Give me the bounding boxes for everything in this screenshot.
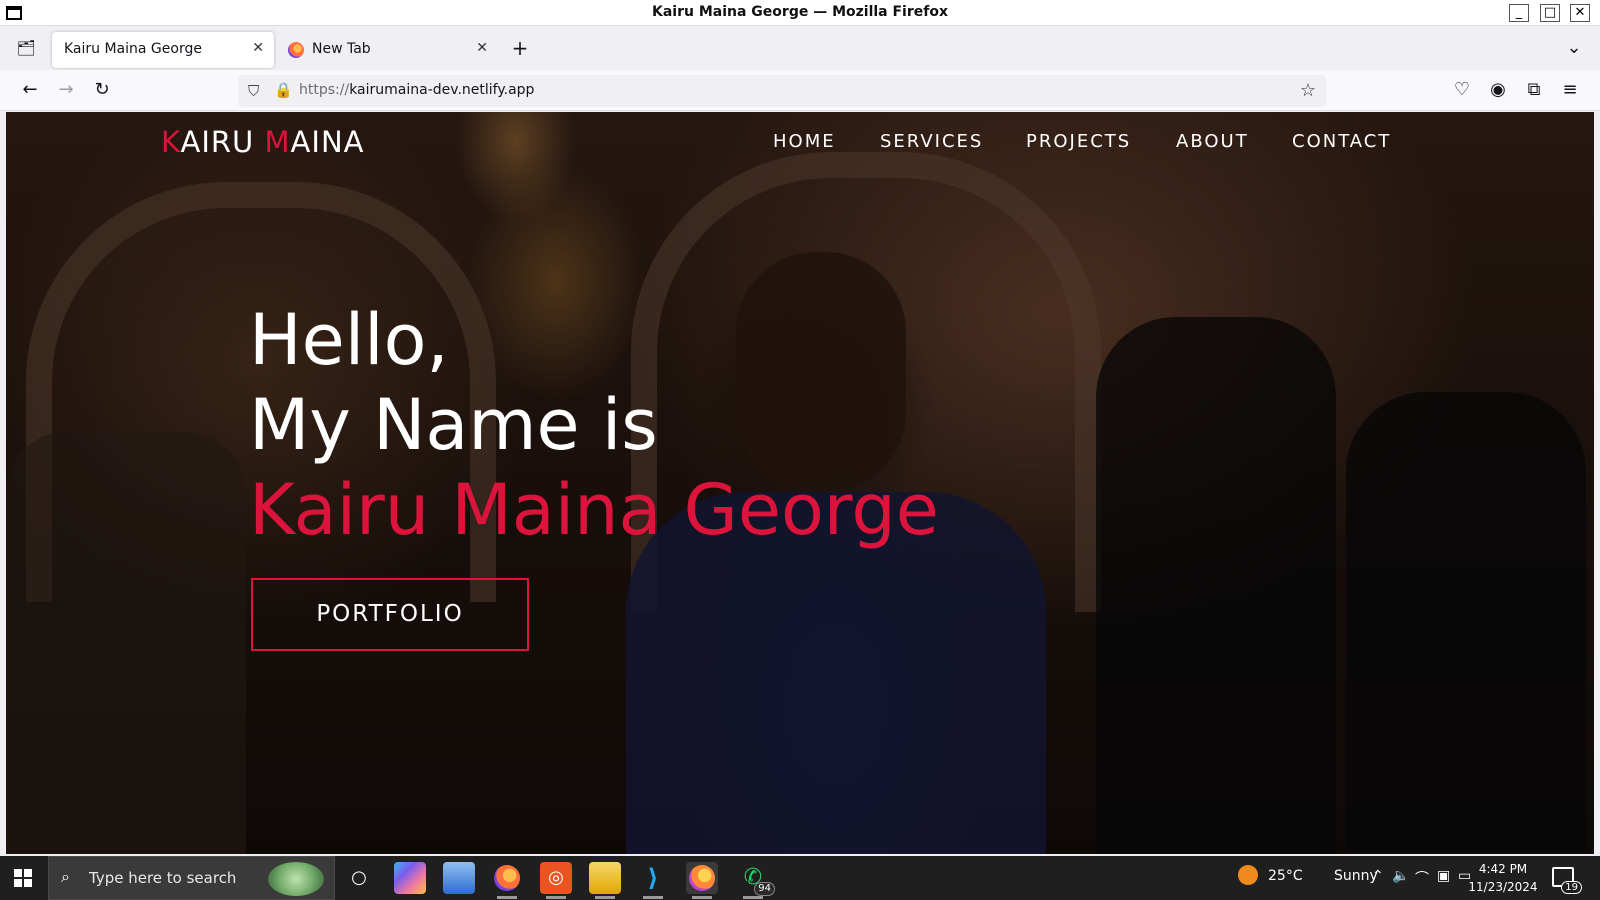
file-explorer-icon[interactable]	[589, 862, 621, 899]
nav-link-projects[interactable]: PROJECTS	[1026, 131, 1131, 152]
maximize-button[interactable]: □	[1540, 4, 1560, 22]
hero-intro: My Name is	[249, 384, 658, 466]
account-icon[interactable]: ◉	[1486, 78, 1510, 102]
copilot-icon[interactable]	[394, 862, 426, 894]
reload-button[interactable]: ↻	[90, 78, 114, 102]
volume-icon[interactable]: 🔈	[1392, 868, 1409, 884]
firefox-taskbar-icon[interactable]	[491, 862, 523, 899]
close-tab-icon[interactable]: ✕	[476, 40, 488, 56]
address-bar[interactable]: ⛉ 🔒 https://kairumaina-dev.netlify.app ☆	[238, 75, 1326, 107]
url-protocol: https://	[299, 82, 350, 98]
nav-link-about[interactable]: ABOUT	[1176, 131, 1249, 152]
hero-greeting: Hello,	[249, 299, 449, 381]
network-icon[interactable]: ⌒	[1415, 868, 1429, 888]
tab-kairu-maina-george[interactable]: Kairu Maina George ✕	[52, 32, 274, 68]
snip-tool-icon[interactable]	[443, 862, 475, 894]
shield-icon[interactable]: ⛉	[248, 82, 259, 100]
task-view-icon[interactable]: ○	[343, 862, 375, 894]
logo-initial: M	[264, 125, 291, 159]
start-button[interactable]	[14, 869, 32, 887]
weather-icon[interactable]	[1238, 865, 1258, 885]
taskbar-search[interactable]: ⌕ Type here to search	[48, 856, 335, 900]
search-icon: ⌕	[61, 867, 70, 886]
bookmark-star-icon[interactable]: ☆	[1300, 80, 1316, 101]
close-tab-icon[interactable]: ✕	[252, 40, 264, 56]
list-all-tabs-icon[interactable]: ⌄	[1562, 36, 1586, 60]
navigation-bar: ← → ↻ ⛉ 🔒 https://kairumaina-dev.netlify…	[0, 70, 1600, 111]
url-host: kairumaina-dev.netlify.app	[349, 82, 535, 98]
notifications-count: 19	[1561, 881, 1582, 894]
whatsapp-icon[interactable]: ✆ 94	[737, 862, 775, 899]
logo-text: AINA	[290, 125, 365, 159]
firefox-icon	[288, 42, 304, 58]
minimize-button[interactable]: _	[1509, 4, 1529, 22]
nav-link-contact[interactable]: CONTACT	[1292, 131, 1391, 152]
lock-icon[interactable]: 🔒	[274, 81, 293, 99]
notifications-icon[interactable]: 19	[1552, 867, 1582, 894]
forward-button[interactable]: →	[54, 78, 78, 102]
clock-date: 11/23/2024	[1468, 880, 1538, 894]
meet-now-icon[interactable]: ▣	[1437, 868, 1450, 884]
weather-temp[interactable]: 25°C	[1268, 868, 1303, 884]
search-placeholder: Type here to search	[89, 869, 237, 887]
clock-time: 4:42 PM	[1478, 862, 1528, 876]
site-logo[interactable]: KAIRU MAINA	[161, 125, 364, 159]
close-window-button[interactable]: ✕	[1570, 4, 1590, 22]
window-titlebar: Kairu Maina George — Mozilla Firefox _ □…	[0, 0, 1600, 26]
tab-label: Kairu Maina George	[64, 41, 202, 57]
taskbar: ⌕ Type here to search ○ ◎ ⟩ ✆ 94 25°C Sun…	[0, 856, 1600, 900]
pocket-icon[interactable]: ♡	[1450, 78, 1474, 102]
firefox-dev-taskbar-icon[interactable]	[686, 862, 718, 899]
menu-icon[interactable]: ≡	[1558, 78, 1582, 102]
new-tab-button[interactable]: +	[508, 36, 532, 60]
tab-strip: 🗂 Kairu Maina George ✕ New Tab ✕ + ⌄	[0, 26, 1600, 70]
vscode-icon[interactable]: ⟩	[637, 862, 669, 899]
ubuntu-icon[interactable]: ◎	[540, 862, 572, 899]
whatsapp-badge: 94	[754, 882, 775, 896]
hero-name: Kairu Maina George	[249, 469, 939, 551]
window-title: Kairu Maina George — Mozilla Firefox	[652, 4, 948, 20]
taskbar-clock[interactable]: 4:42 PM 11/23/2024	[1468, 860, 1538, 896]
url-text[interactable]: https://kairumaina-dev.netlify.app	[299, 82, 534, 98]
nav-link-home[interactable]: HOME	[773, 131, 836, 152]
nav-link-services[interactable]: SERVICES	[880, 131, 983, 152]
tab-new-tab[interactable]: New Tab ✕	[276, 32, 498, 68]
logo-text: AIRU	[180, 125, 265, 159]
back-button[interactable]: ←	[18, 78, 42, 102]
extensions-icon[interactable]: ⧉	[1522, 78, 1546, 102]
firefox-view-icon[interactable]: 🗂	[14, 36, 38, 60]
search-highlight-image	[268, 862, 324, 896]
page-viewport: KAIRU MAINA HOME SERVICES PROJECTS ABOUT…	[6, 112, 1594, 854]
chevron-up-icon[interactable]: ⌃	[1372, 868, 1384, 884]
logo-initial: K	[161, 125, 181, 159]
tab-label: New Tab	[312, 41, 371, 57]
portfolio-button[interactable]: PORTFOLIO	[251, 578, 529, 651]
